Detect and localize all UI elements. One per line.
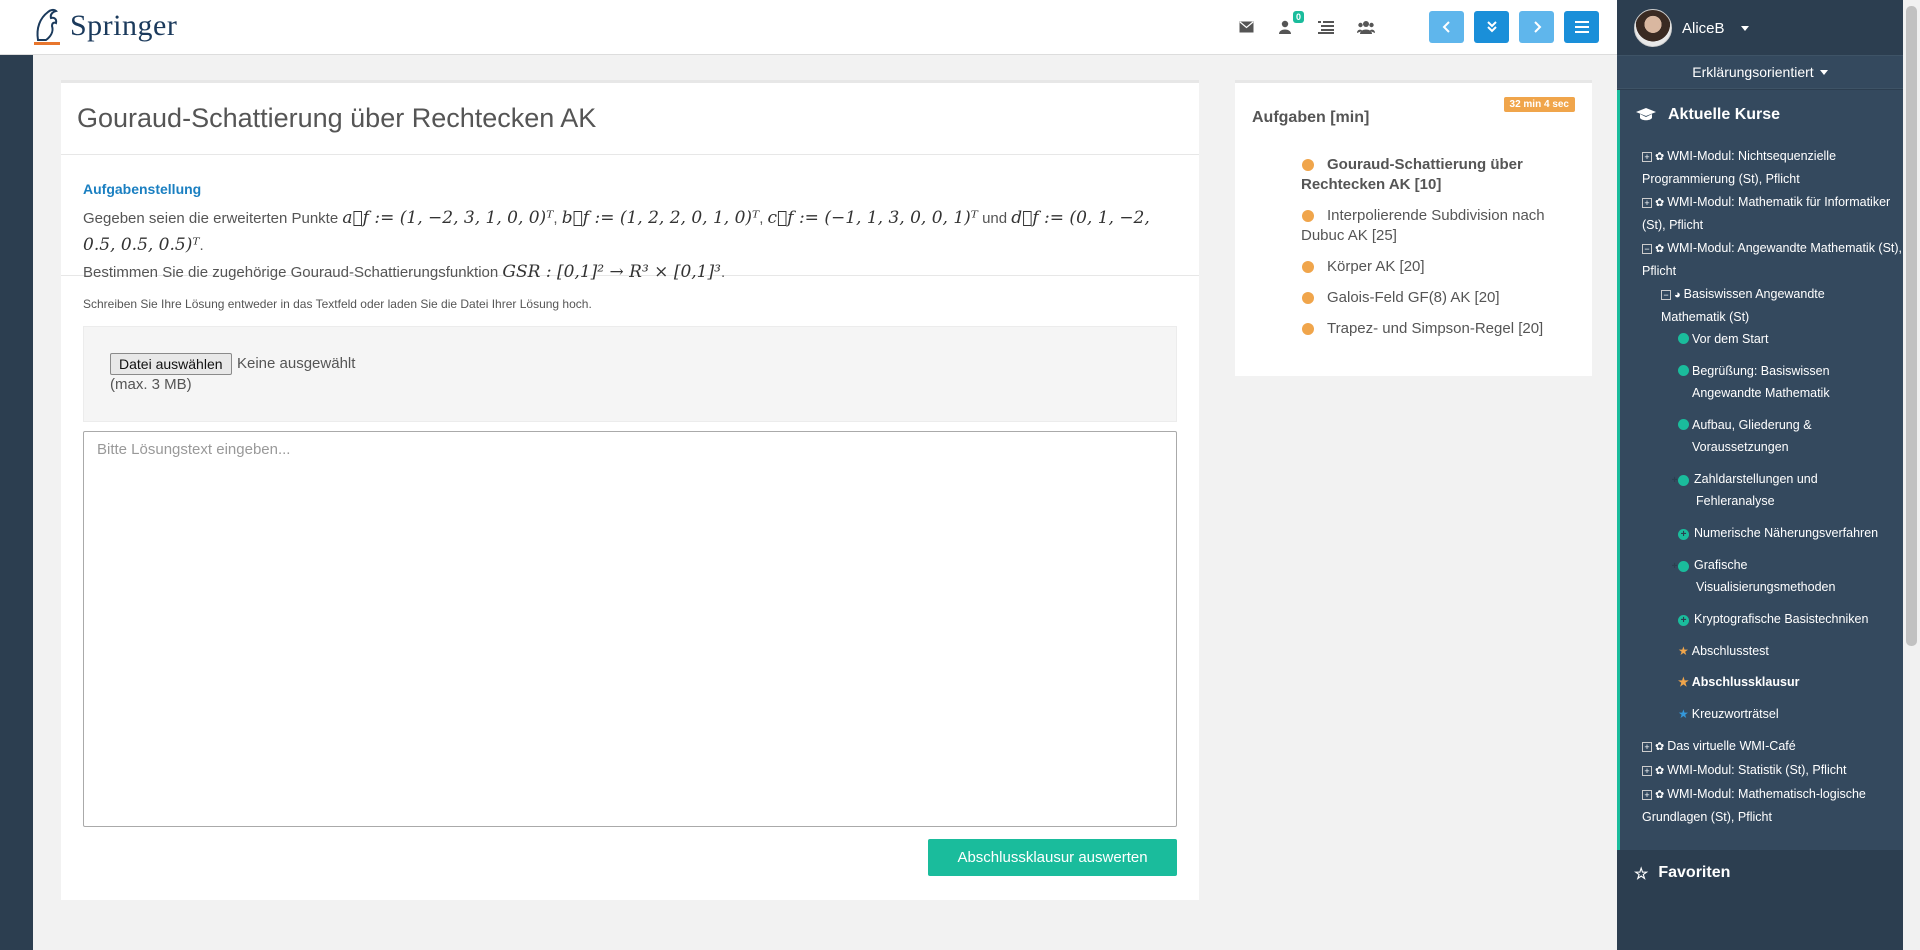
star-outline-icon: ☆ [1634, 866, 1649, 883]
lesson-item[interactable]: Begrüßung: Basiswissen Angewandte Mathem… [1678, 360, 1878, 404]
status-dot-icon [1302, 261, 1314, 273]
task-description: Aufgabenstellung Gegeben seien die erwei… [61, 155, 1199, 282]
envelope-icon[interactable] [1236, 17, 1256, 37]
task-item[interactable]: Interpolierende Subdivision nach Dubuc A… [1301, 206, 1581, 246]
chevron-left-icon [1442, 21, 1450, 33]
plus-circle-icon: + [1672, 475, 1689, 486]
previous-button[interactable] [1429, 11, 1464, 43]
users-icon[interactable] [1356, 17, 1376, 37]
navigation-buttons [1429, 11, 1599, 43]
course-item[interactable]: + ✿ Das virtuelle WMI-Café [1642, 735, 1892, 758]
list-icon[interactable] [1316, 17, 1336, 37]
expand-down-button[interactable] [1474, 11, 1509, 43]
user-badge-icon[interactable]: 0 [1276, 11, 1304, 37]
double-chevron-down-icon [1486, 21, 1497, 33]
lesson-item-active[interactable]: ★ Abschlussklausur [1678, 671, 1878, 693]
lesson-item[interactable]: ★ Kreuzworträtsel [1678, 703, 1878, 725]
current-courses: Aktuelle Kurse + ✿ WMI-Modul: Nichtsequenz… [1617, 90, 1903, 850]
done-dot-icon [1678, 419, 1689, 430]
task-item[interactable]: Galois-Feld GF(8) AK [20] [1301, 288, 1581, 308]
brand-name: Springer [70, 9, 178, 42]
username: AliceB [1682, 19, 1725, 37]
text-given: Gegeben seien die erweiterten Punkte [83, 210, 339, 227]
lesson-item[interactable]: + Grafische Visualisierungsmethoden [1672, 554, 1878, 598]
lesson-item[interactable]: ★ Abschlusstest [1678, 640, 1878, 662]
course-item-expanded[interactable]: − ✿ WMI-Modul: Angewandte Mathematik (St),… [1642, 237, 1904, 282]
favorites-heading[interactable]: ☆ Favoriten [1634, 864, 1730, 884]
timer-badge: 32 min 4 sec [1503, 97, 1575, 112]
lesson-item[interactable]: Aufbau, Gliederung & Voraussetzungen [1678, 414, 1878, 458]
gsr-function: GSR : [0,1]² → R³ × [0,1]³ [502, 262, 721, 282]
exercise-card: Gouraud-Schattierung über Rechtecken AK … [61, 80, 1199, 900]
lesson-item[interactable]: Vor dem Start [1678, 328, 1878, 350]
task-item[interactable]: Gouraud-Schattierung über Rechtecken AK … [1301, 155, 1581, 195]
course-subitem[interactable]: − ◕ Basiswissen Angewandte Mathematik (St) [1661, 283, 1881, 328]
task-list: Gouraud-Schattierung über Rechtecken AK … [1301, 155, 1581, 350]
star-icon: ★ [1678, 644, 1689, 658]
tasks-panel: Aufgaben [min] 32 min 4 sec Gouraud-Scha… [1235, 80, 1592, 376]
horse-logo-icon [34, 8, 60, 45]
done-dot-icon [1678, 365, 1689, 376]
caret-down-icon [1740, 25, 1749, 31]
star-icon: ★ [1678, 707, 1689, 721]
caret-down-icon [1819, 69, 1828, 75]
hamburger-icon [1574, 21, 1589, 33]
mode-dropdown[interactable]: Erklärungsorientiert [1617, 55, 1903, 89]
course-item[interactable]: + ✿ WMI-Modul: Statistik (St), Pflicht [1642, 759, 1892, 782]
submit-exam-button[interactable]: Abschlussklausur auswerten [928, 839, 1177, 876]
mode-label: Erklärungsorientiert [1692, 64, 1814, 80]
scrollbar-thumb[interactable] [1906, 6, 1917, 646]
lesson-item[interactable]: + Numerische Näherungsverfahren [1678, 522, 1903, 544]
task-heading: Aufgabenstellung [83, 181, 202, 197]
task-text: Gegeben seien die erweiterten Punkte a⃗f… [83, 208, 1150, 282]
right-sidebar: AliceB Erklärungsorientiert Aktuelle Kur… [1617, 0, 1903, 950]
point-b: b⃗f := (1, 2, 2, 0, 1, 0)ᵀ [561, 208, 760, 228]
main-content: Gouraud-Schattierung über Rechtecken AK … [33, 55, 1617, 950]
notification-badge: 0 [1292, 11, 1304, 23]
lesson-item[interactable]: + Kryptografische Basistechniken [1678, 608, 1903, 630]
lesson-item[interactable]: + Zahldarstellungen und Fehleranalyse [1672, 468, 1878, 512]
status-dot-icon [1302, 323, 1314, 335]
page-title: Gouraud-Schattierung über Rechtecken AK [61, 83, 1199, 155]
file-size-limit: (max. 3 MB) [110, 376, 192, 393]
left-strip [0, 55, 33, 950]
course-item[interactable]: + ✿ WMI-Modul: Mathematisch-logische Grund… [1642, 783, 1892, 828]
course-item[interactable]: + ✿ WMI-Modul: Nichtsequenzielle Programmi… [1642, 145, 1892, 190]
task-item[interactable]: Trapez- und Simpson-Regel [20] [1301, 319, 1581, 339]
text-determine: Bestimmen Sie die zugehörige Gouraud-Sch… [83, 264, 499, 281]
status-dot-icon [1302, 159, 1314, 171]
next-button[interactable] [1519, 11, 1554, 43]
task-item[interactable]: Körper AK [20] [1301, 257, 1581, 277]
text-and: und [982, 210, 1008, 227]
springer-logo[interactable]: Springer [30, 6, 177, 46]
favorites-section: ☆ Favoriten [1617, 850, 1903, 950]
plus-circle-icon: + [1678, 615, 1689, 626]
graduation-cap-icon [1636, 108, 1656, 121]
top-navbar: Springer 0 [0, 0, 1617, 55]
file-status: Keine ausgewählt [237, 355, 356, 372]
avatar [1634, 9, 1672, 47]
tasks-title: Aufgaben [min] [1252, 109, 1370, 126]
point-c: c⃗f := (−1, 1, 3, 0, 0, 1)ᵀ [767, 208, 978, 228]
user-menu[interactable]: AliceB [1634, 9, 1749, 47]
scrollbar[interactable] [1903, 0, 1920, 950]
solution-textarea[interactable] [83, 431, 1177, 827]
star-icon: ★ [1678, 675, 1689, 689]
chevron-right-icon [1533, 21, 1541, 33]
done-dot-icon [1678, 333, 1689, 344]
point-a: a⃗f := (1, −2, 3, 1, 0, 0)ᵀ [342, 208, 554, 228]
menu-button[interactable] [1564, 11, 1599, 43]
plus-circle-icon: + [1672, 561, 1689, 572]
course-item[interactable]: + ✿ WMI-Modul: Mathematik für Informatiker… [1642, 191, 1892, 236]
top-icons: 0 [1236, 11, 1376, 37]
status-dot-icon [1302, 292, 1314, 304]
choose-file-button[interactable]: Datei auswählen [110, 353, 232, 375]
file-upload-panel: Datei auswählen Keine ausgewählt (max. 3… [83, 326, 1177, 422]
courses-heading: Aktuelle Kurse [1636, 106, 1780, 124]
status-dot-icon [1302, 210, 1314, 222]
plus-circle-icon: + [1678, 529, 1689, 540]
